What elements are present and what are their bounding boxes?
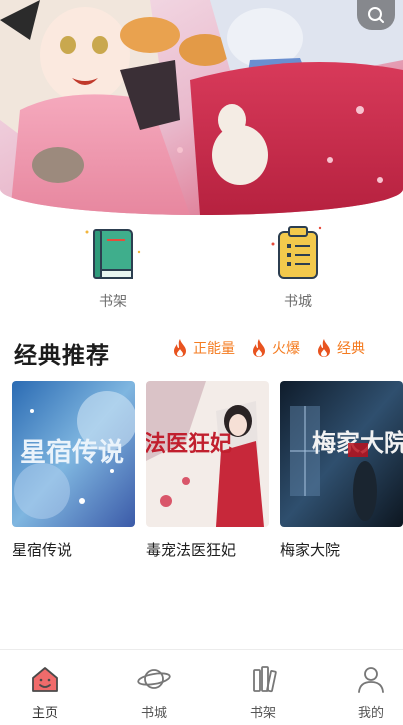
book-title[interactable]: 毒宠法医狂妃 <box>146 539 269 560</box>
book-card[interactable]: 梅家大院 梅家大院 <box>280 381 403 560</box>
flame-icon <box>318 339 330 357</box>
section-title: 经典推荐 <box>14 343 110 369</box>
user-icon <box>358 667 384 693</box>
hero-banner[interactable] <box>0 0 403 215</box>
bookshelf-icon <box>85 229 141 279</box>
books-icon <box>253 666 277 693</box>
nav-profile[interactable]: 我的 <box>339 664 403 721</box>
quick-shortcuts: 书架 书城 <box>0 222 403 314</box>
nav-bookstore[interactable]: 书城 <box>122 664 186 721</box>
book-cover[interactable]: 法医狂妃 <box>146 381 269 527</box>
tag-classic[interactable]: 经典 <box>316 338 365 358</box>
tag-label: 正能量 <box>193 341 235 357</box>
book-list: 星宿传说 星宿传说 法医狂妃 毒宠法医狂妃 梅家大院 梅家大院 <box>12 381 403 561</box>
nav-bookshelf[interactable]: 书架 <box>231 664 295 721</box>
nav-profile-label: 我的 <box>357 706 384 721</box>
tag-hot[interactable]: 火爆 <box>251 338 300 358</box>
tag-positive-energy[interactable]: 正能量 <box>172 338 235 358</box>
book-card[interactable]: 法医狂妃 毒宠法医狂妃 <box>146 381 269 560</box>
nav-bookshelf-label: 书架 <box>249 706 276 721</box>
bottom-navigation: 主页 书城 书架 我的 <box>0 649 403 725</box>
bookstore-icon <box>271 226 322 279</box>
shortcut-bookstore[interactable]: 书城 <box>258 222 338 314</box>
book-cover[interactable]: 梅家大院 <box>280 381 403 527</box>
cover-title: 法医狂妃 <box>146 431 232 457</box>
banner-illustration <box>0 0 403 215</box>
category-tags: 正能量 火爆 经典 <box>172 338 381 358</box>
shortcut-bookshelf[interactable]: 书架 <box>73 222 153 314</box>
shortcut-bookshelf-label: 书架 <box>99 294 127 310</box>
book-cover[interactable]: 星宿传说 <box>12 381 135 527</box>
book-card[interactable]: 星宿传说 星宿传说 <box>12 381 135 560</box>
nav-home[interactable]: 主页 <box>13 664 77 721</box>
flame-icon <box>174 339 186 357</box>
cover-title: 星宿传说 <box>20 437 124 468</box>
planet-icon <box>137 669 171 689</box>
search-icon <box>368 7 384 23</box>
book-title[interactable]: 梅家大院 <box>280 539 403 560</box>
nav-bookstore-label: 书城 <box>140 706 167 721</box>
book-title[interactable]: 星宿传说 <box>12 539 135 560</box>
home-icon <box>32 667 58 692</box>
flame-icon <box>253 339 265 357</box>
shortcut-bookstore-label: 书城 <box>284 294 312 310</box>
search-button[interactable] <box>357 0 395 30</box>
tag-label: 经典 <box>337 341 365 357</box>
tag-label: 火爆 <box>272 341 300 357</box>
nav-home-label: 主页 <box>31 706 58 721</box>
